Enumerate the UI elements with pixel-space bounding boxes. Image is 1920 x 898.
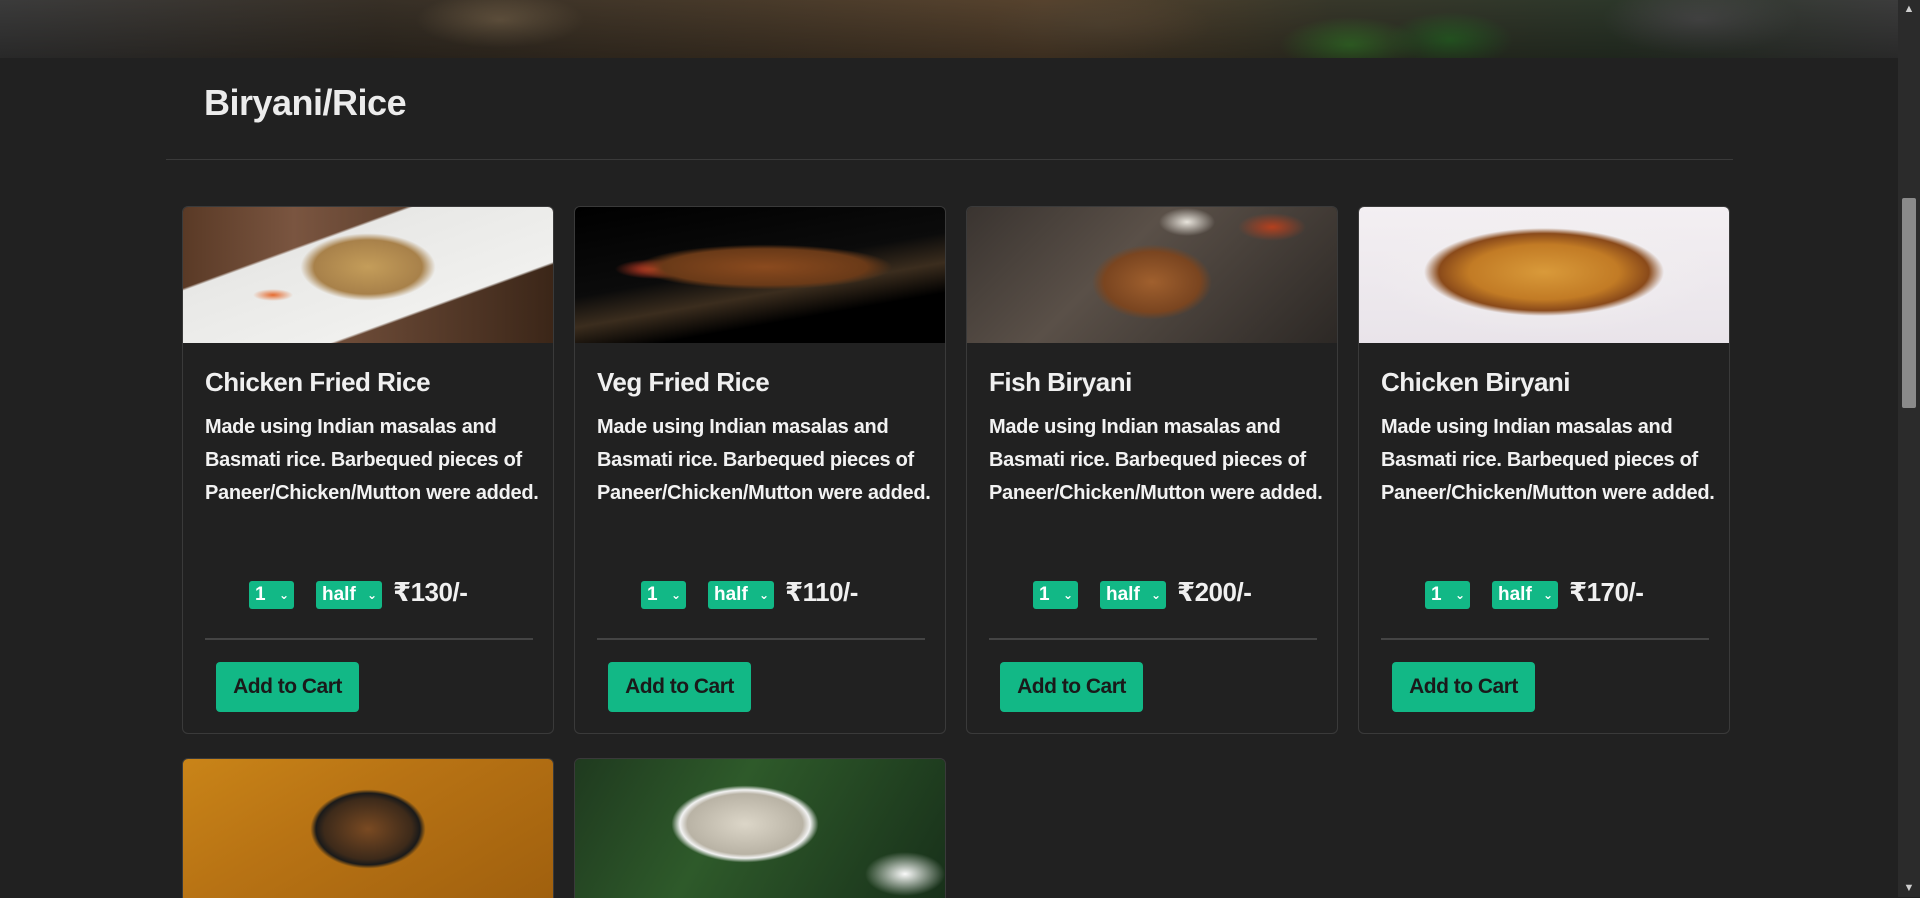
size-select[interactable]: half ⌄: [316, 581, 382, 609]
chevron-down-icon: ⌄: [1062, 588, 1073, 602]
food-image: [183, 759, 553, 898]
item-price: ₹200/-: [1177, 577, 1252, 607]
size-value: half: [1498, 584, 1532, 605]
quantity-select[interactable]: 1 ⌄: [1033, 581, 1078, 609]
scrollbar-thumb[interactable]: [1902, 198, 1916, 408]
item-name: Chicken Biryani: [1381, 367, 1571, 397]
quantity-value: 1: [647, 584, 658, 605]
card-divider: [989, 638, 1317, 640]
quantity-value: 1: [1431, 584, 1442, 605]
item-options: 1 ⌄ half ⌄ ₹200/-: [967, 575, 1337, 609]
item-description: Made using Indian masalas and Basmati ri…: [205, 416, 539, 504]
chevron-down-icon: ⌄: [278, 588, 289, 602]
size-value: half: [714, 584, 748, 605]
card-divider: [1381, 638, 1709, 640]
size-select[interactable]: half ⌄: [1492, 581, 1558, 609]
menu-card-veg-fried-rice: Veg Fried Rice Made using Indian masalas…: [574, 206, 946, 734]
page-scrollbar[interactable]: ▲ ▼: [1898, 0, 1920, 897]
item-options: 1 ⌄ half ⌄ ₹130/-: [183, 575, 553, 609]
food-image: [183, 207, 553, 343]
add-to-cart-button[interactable]: Add to Cart: [1000, 662, 1143, 712]
item-price: ₹110/-: [785, 577, 858, 607]
scroll-down-arrow-icon[interactable]: ▼: [1898, 879, 1920, 897]
item-name: Veg Fried Rice: [597, 367, 770, 397]
quantity-value: 1: [1039, 584, 1050, 605]
item-name: Fish Biryani: [989, 367, 1132, 397]
food-image: [967, 207, 1337, 343]
item-name: Chicken Fried Rice: [205, 367, 431, 397]
menu-card-partial: [574, 758, 946, 898]
card-divider: [205, 638, 533, 640]
item-price: ₹170/-: [1569, 577, 1644, 607]
section-title: Biryani/Rice: [204, 82, 407, 123]
add-to-cart-button[interactable]: Add to Cart: [1392, 662, 1535, 712]
size-value: half: [1106, 584, 1140, 605]
item-options: 1 ⌄ half ⌄ ₹170/-: [1359, 575, 1729, 609]
quantity-select[interactable]: 1 ⌄: [1425, 581, 1470, 609]
quantity-select[interactable]: 1 ⌄: [249, 581, 294, 609]
size-select[interactable]: half ⌄: [1100, 581, 1166, 609]
chevron-down-icon: ⌄: [758, 588, 769, 602]
add-to-cart-button[interactable]: Add to Cart: [216, 662, 359, 712]
hero-banner-image: [0, 0, 1898, 58]
chevron-down-icon: ⌄: [1150, 588, 1161, 602]
item-description: Made using Indian masalas and Basmati ri…: [989, 416, 1323, 504]
item-options: 1 ⌄ half ⌄ ₹110/-: [575, 575, 945, 609]
menu-card-partial: [182, 758, 554, 898]
food-image: [575, 207, 945, 343]
size-select[interactable]: half ⌄: [708, 581, 774, 609]
quantity-value: 1: [255, 584, 266, 605]
quantity-select[interactable]: 1 ⌄: [641, 581, 686, 609]
add-to-cart-button[interactable]: Add to Cart: [608, 662, 751, 712]
section-divider: [166, 159, 1733, 160]
scroll-up-arrow-icon[interactable]: ▲: [1898, 0, 1920, 18]
item-description: Made using Indian masalas and Basmati ri…: [597, 416, 931, 504]
item-description: Made using Indian masalas and Basmati ri…: [1381, 416, 1715, 504]
menu-card-chicken-fried-rice: Chicken Fried Rice Made using Indian mas…: [182, 206, 554, 734]
food-image: [575, 759, 945, 898]
chevron-down-icon: ⌄: [670, 588, 681, 602]
hero-overlay: [0, 0, 1898, 58]
chevron-down-icon: ⌄: [366, 588, 377, 602]
menu-card-chicken-biryani: Chicken Biryani Made using Indian masala…: [1358, 206, 1730, 734]
food-image: [1359, 207, 1729, 343]
item-price: ₹130/-: [393, 577, 468, 607]
menu-card-fish-biryani: Fish Biryani Made using Indian masalas a…: [966, 206, 1338, 734]
card-divider: [597, 638, 925, 640]
size-value: half: [322, 584, 356, 605]
chevron-down-icon: ⌄: [1454, 588, 1465, 602]
chevron-down-icon: ⌄: [1542, 588, 1553, 602]
